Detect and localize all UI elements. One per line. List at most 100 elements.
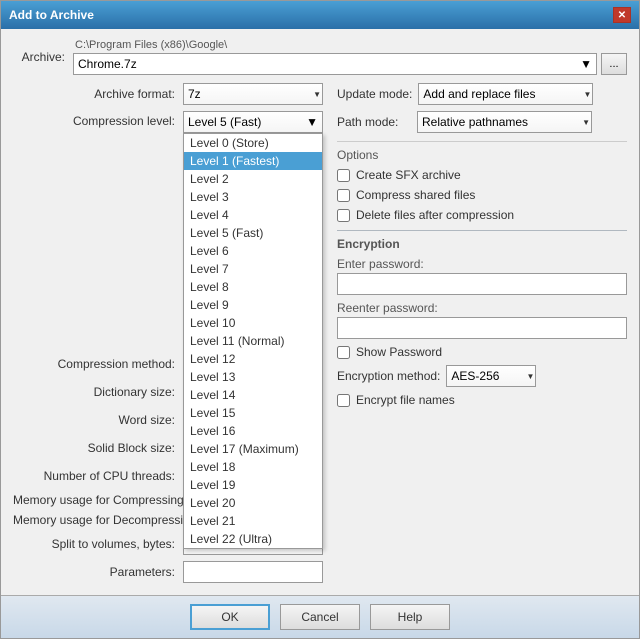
compression-level-dropdown: Level 5 (Fast) ▼ Level 0 (Store) Level 1…	[183, 111, 323, 133]
update-mode-select[interactable]: Add and replace files Update and add fil…	[418, 83, 593, 105]
help-button[interactable]: Help	[370, 604, 450, 630]
level-7[interactable]: Level 7	[184, 260, 322, 278]
delete-after-label[interactable]: Delete files after compression	[356, 208, 514, 222]
encryption-section: Encryption Enter password: Reenter passw…	[337, 230, 627, 407]
browse-button[interactable]: ...	[601, 53, 627, 75]
level-1[interactable]: Level 1 (Fastest)	[184, 152, 322, 170]
parameters-row: Parameters:	[13, 561, 327, 583]
dictionary-size-label: Dictionary size:	[13, 385, 183, 399]
memory-compress-label: Memory usage for Compressing:	[13, 493, 195, 507]
parameters-input[interactable]	[183, 561, 323, 583]
archive-format-select-wrapper: 7z zip tar gzip ▼	[183, 83, 323, 105]
compress-shared-label[interactable]: Compress shared files	[356, 188, 475, 202]
level-2[interactable]: Level 2	[184, 170, 322, 188]
level-5[interactable]: Level 5 (Fast)	[184, 224, 322, 242]
path-mode-select-wrapper: Relative pathnames Full pathnames Absolu…	[417, 111, 592, 133]
level-20[interactable]: Level 20	[184, 494, 322, 512]
encryption-method-row: Encryption method: AES-256 ZipCrypto ▼	[337, 365, 627, 387]
update-mode-label: Update mode:	[337, 87, 418, 101]
encrypt-filenames-checkbox[interactable]	[337, 394, 350, 407]
close-button[interactable]: ✕	[613, 7, 631, 23]
compression-level-label: Compression level:	[13, 111, 183, 128]
archive-combo-row: Chrome.7z ▼ ...	[73, 53, 627, 75]
encryption-method-label: Encryption method:	[337, 369, 446, 383]
archive-path-combo: C:\Program Files (x86)\Google\ Chrome.7z…	[73, 39, 627, 75]
level-3[interactable]: Level 3	[184, 188, 322, 206]
archive-combo-box[interactable]: Chrome.7z ▼	[73, 53, 597, 75]
word-size-label: Word size:	[13, 413, 183, 427]
level-12[interactable]: Level 12	[184, 350, 322, 368]
delete-after-row: Delete files after compression	[337, 208, 627, 222]
ok-button[interactable]: OK	[190, 604, 270, 630]
two-col-layout: Archive format: 7z zip tar gzip ▼ Compre…	[13, 83, 627, 589]
window-title: Add to Archive	[9, 8, 94, 22]
compression-level-arrow: ▼	[306, 115, 318, 129]
level-10[interactable]: Level 10	[184, 314, 322, 332]
encrypt-filenames-row: Encrypt file names	[337, 393, 627, 407]
archive-path-text: C:\Program Files (x86)\Google\	[73, 39, 627, 51]
compression-level-list: Level 0 (Store) Level 1 (Fastest) Level …	[183, 133, 323, 549]
reenter-password-group: Reenter password:	[337, 301, 627, 345]
compress-shared-checkbox[interactable]	[337, 189, 350, 202]
options-title: Options	[337, 148, 627, 162]
archive-format-select[interactable]: 7z zip tar gzip	[183, 83, 323, 105]
compression-level-row: Compression level: Level 5 (Fast) ▼ Leve…	[13, 111, 327, 133]
show-password-label[interactable]: Show Password	[356, 345, 442, 359]
path-mode-row: Path mode: Relative pathnames Full pathn…	[337, 111, 627, 133]
level-6[interactable]: Level 6	[184, 242, 322, 260]
archive-format-row: Archive format: 7z zip tar gzip ▼	[13, 83, 327, 105]
archive-label: Archive:	[13, 50, 73, 64]
right-column: Update mode: Add and replace files Updat…	[337, 83, 627, 589]
show-password-row: Show Password	[337, 345, 627, 359]
show-password-checkbox[interactable]	[337, 346, 350, 359]
level-16[interactable]: Level 16	[184, 422, 322, 440]
memory-decompress-label: Memory usage for Decompressing:	[13, 513, 208, 527]
level-0[interactable]: Level 0 (Store)	[184, 134, 322, 152]
main-content: Archive: C:\Program Files (x86)\Google\ …	[1, 29, 639, 595]
encryption-method-select-wrapper: AES-256 ZipCrypto ▼	[446, 365, 536, 387]
title-bar: Add to Archive ✕	[1, 1, 639, 29]
encrypt-filenames-label[interactable]: Encrypt file names	[356, 393, 455, 407]
cancel-button[interactable]: Cancel	[280, 604, 360, 630]
options-section: Options Create SFX archive Compress shar…	[337, 141, 627, 222]
create-sfx-checkbox[interactable]	[337, 169, 350, 182]
archive-row: Archive: C:\Program Files (x86)\Google\ …	[13, 39, 627, 75]
split-volumes-label: Split to volumes, bytes:	[13, 537, 183, 551]
level-22[interactable]: Level 22 (Ultra)	[184, 530, 322, 548]
left-column: Archive format: 7z zip tar gzip ▼ Compre…	[13, 83, 327, 589]
level-8[interactable]: Level 8	[184, 278, 322, 296]
add-to-archive-window: Add to Archive ✕ Archive: C:\Program Fil…	[0, 0, 640, 639]
update-mode-row: Update mode: Add and replace files Updat…	[337, 83, 627, 105]
delete-after-checkbox[interactable]	[337, 209, 350, 222]
enter-password-group: Enter password:	[337, 257, 627, 301]
cpu-threads-label: Number of CPU threads:	[13, 469, 183, 483]
level-19[interactable]: Level 19	[184, 476, 322, 494]
solid-block-label: Solid Block size:	[13, 441, 183, 455]
path-mode-label: Path mode:	[337, 115, 417, 129]
reenter-password-label: Reenter password:	[337, 301, 627, 315]
level-18[interactable]: Level 18	[184, 458, 322, 476]
encryption-method-select[interactable]: AES-256 ZipCrypto	[446, 365, 536, 387]
compression-level-value: Level 5 (Fast)	[188, 115, 261, 129]
combo-down-arrow: ▼	[580, 57, 592, 71]
level-11[interactable]: Level 11 (Normal)	[184, 332, 322, 350]
level-13[interactable]: Level 13	[184, 368, 322, 386]
parameters-label: Parameters:	[13, 565, 183, 579]
enter-password-label: Enter password:	[337, 257, 627, 271]
update-mode-select-wrapper: Add and replace files Update and add fil…	[418, 83, 593, 105]
path-mode-select[interactable]: Relative pathnames Full pathnames Absolu…	[417, 111, 592, 133]
level-9[interactable]: Level 9	[184, 296, 322, 314]
create-sfx-label[interactable]: Create SFX archive	[356, 168, 461, 182]
level-21[interactable]: Level 21	[184, 512, 322, 530]
level-4[interactable]: Level 4	[184, 206, 322, 224]
reenter-password-input[interactable]	[337, 317, 627, 339]
level-14[interactable]: Level 14	[184, 386, 322, 404]
compress-shared-row: Compress shared files	[337, 188, 627, 202]
level-17[interactable]: Level 17 (Maximum)	[184, 440, 322, 458]
bottom-bar: OK Cancel Help	[1, 595, 639, 638]
level-15[interactable]: Level 15	[184, 404, 322, 422]
enter-password-input[interactable]	[337, 273, 627, 295]
create-sfx-row: Create SFX archive	[337, 168, 627, 182]
compression-method-label: Compression method:	[13, 357, 183, 371]
compression-level-btn[interactable]: Level 5 (Fast) ▼	[183, 111, 323, 133]
